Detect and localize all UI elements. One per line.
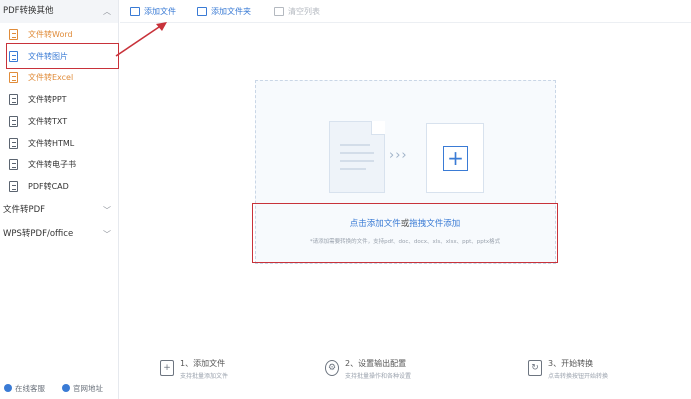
sidebar-item[interactable]: 文件转电子书 [0, 154, 118, 175]
drop-zone-hint: *请添加需要转换的文件，支持pdf、doc、docx、xls、xlsx、ppt、… [309, 239, 501, 245]
add-folder-button[interactable]: 添加文件夹 [197, 4, 251, 19]
app-window: PDF转换其他 ︿ 文件转Word 文件转图片 文件转Excel 文件转PPT 文件转T… [0, 0, 691, 399]
sidebar-item[interactable]: 文件转Excel [0, 67, 118, 88]
add-file-button[interactable]: 添加文件 [130, 4, 176, 19]
annotation-arrow [115, 22, 167, 57]
sidebar-group-wps-to-pdf[interactable]: WPS转PDF/office ﹀ [0, 223, 118, 246]
sidebar: PDF转换其他 ︿ 文件转Word 文件转图片 文件转Excel 文件转PPT 文件转T… [0, 0, 119, 399]
file-icon [9, 115, 18, 127]
sidebar-item-label: PDF转CAD [28, 181, 69, 191]
sidebar-group-pdf-to-other[interactable]: PDF转换其他 ︿ [0, 0, 118, 23]
file-icon [9, 29, 18, 40]
sidebar-item-label: 文件转Word [28, 30, 73, 39]
clear-list-button[interactable]: 清空列表 [274, 4, 320, 19]
sidebar-group-label: PDF转换其他 [3, 6, 54, 16]
sidebar-item-label: 文件转Excel [28, 73, 74, 83]
online-service-link[interactable]: 在线客服 [4, 383, 45, 395]
sidebar-item-label: 文件转PPT [28, 95, 67, 105]
sidebar-item[interactable]: 文件转Word [0, 24, 118, 45]
convert-icon: ↻ [528, 360, 542, 376]
website-link[interactable]: 官网地址 [62, 383, 103, 395]
highlight-box [252, 203, 558, 263]
add-file-icon [130, 7, 140, 16]
file-icon [9, 180, 18, 192]
drop-zone-instruction[interactable]: 点击添加文件或拖拽文件添加 [252, 217, 558, 229]
gear-icon: ⚙ [325, 360, 339, 376]
add-document-icon: + [426, 123, 484, 193]
file-icon [9, 137, 18, 149]
sidebar-group-label: 文件转PDF [3, 205, 46, 215]
headset-icon [4, 384, 12, 392]
document-illustration-icon [329, 121, 385, 193]
file-icon [9, 94, 18, 106]
sidebar-item[interactable]: 文件转HTML [0, 133, 118, 154]
sidebar-item[interactable]: 文件转PPT [0, 89, 118, 110]
globe-icon [62, 384, 70, 392]
chevron-down-icon: ﹀ [103, 230, 111, 239]
chevron-up-icon: ︿ [103, 7, 111, 16]
file-icon [9, 159, 18, 171]
trash-icon [274, 7, 284, 16]
arrows-icon: ››› [389, 148, 408, 163]
file-icon [9, 72, 18, 84]
chevron-down-icon: ﹀ [103, 206, 111, 215]
sidebar-item-label: 文件转HTML [28, 138, 75, 148]
sidebar-item[interactable]: 文件转TXT [0, 111, 118, 132]
sidebar-group-label: WPS转PDF/office [3, 229, 74, 239]
sidebar-group-file-to-pdf[interactable]: 文件转PDF ﹀ [0, 199, 118, 222]
toolbar: 添加文件 添加文件夹 清空列表 [120, 0, 691, 23]
sidebar-item-label: 文件转TXT [28, 116, 68, 126]
add-file-icon: + [160, 360, 174, 376]
sidebar-item[interactable]: PDF转CAD [0, 176, 118, 197]
add-folder-icon [197, 7, 207, 16]
highlight-box [6, 43, 119, 69]
sidebar-item-label: 文件转电子书 [28, 160, 76, 170]
